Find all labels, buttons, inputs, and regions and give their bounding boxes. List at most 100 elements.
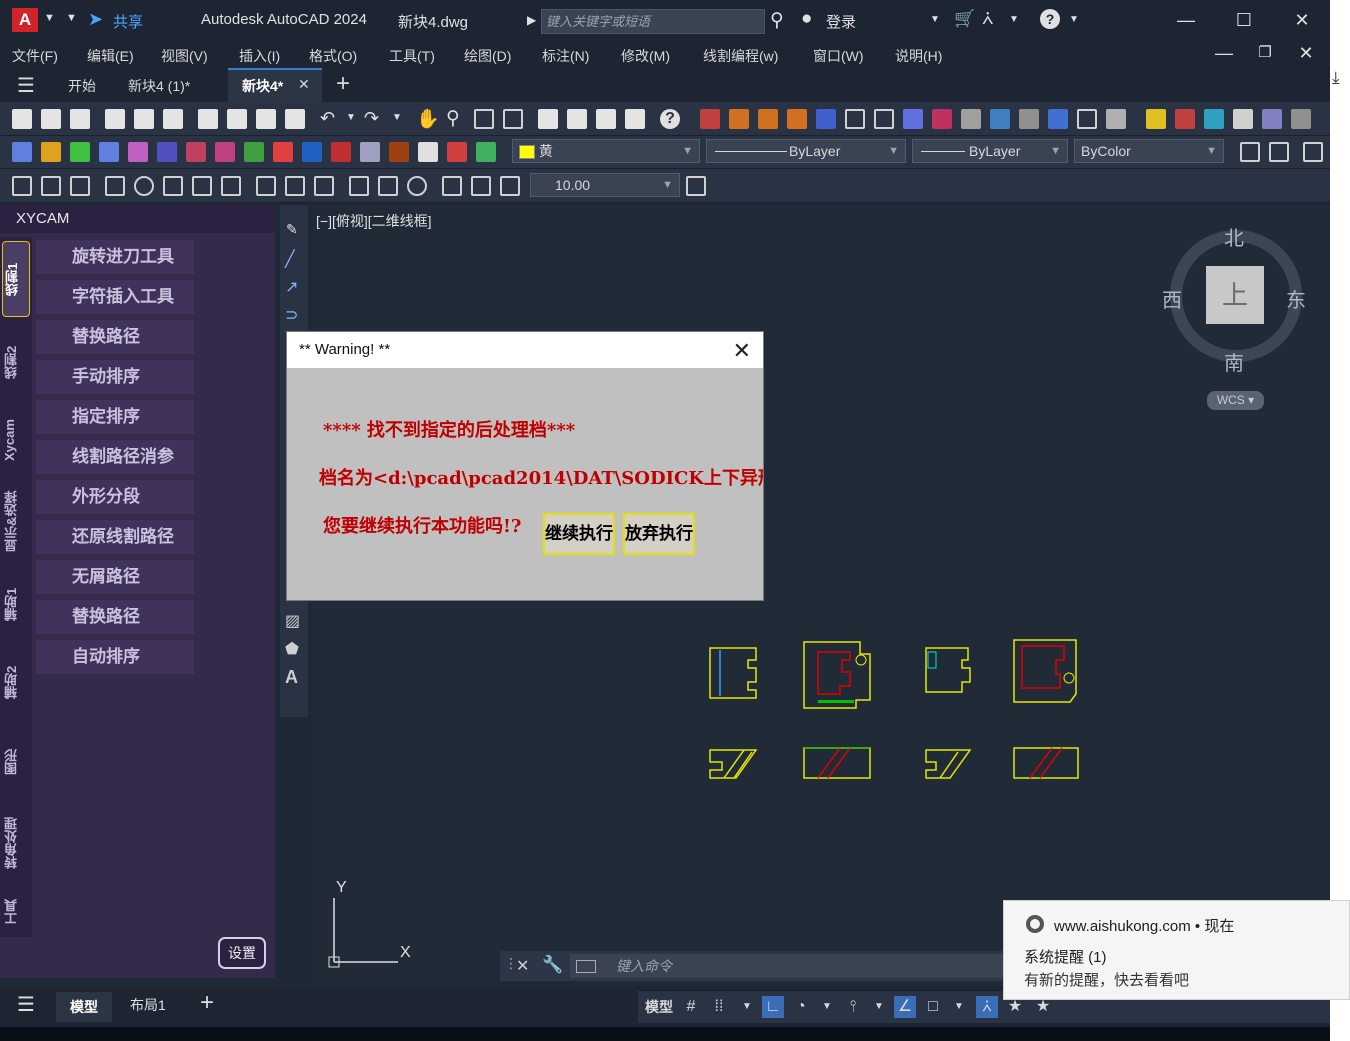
grid-icon[interactable]: # <box>680 996 702 1018</box>
view-controls-label[interactable]: [−][俯视][二维线框] <box>316 211 432 231</box>
cam-tool-7-icon[interactable] <box>874 109 894 129</box>
radius-dim-icon[interactable] <box>105 176 125 196</box>
cut-icon[interactable] <box>198 109 218 129</box>
close-cmdline-icon[interactable]: ✕ <box>516 956 529 976</box>
btn-char-insert[interactable]: 字符插入工具 <box>36 280 194 314</box>
baseline-dim-icon[interactable] <box>285 176 305 196</box>
btn-restore-path[interactable]: 还原线割路径 <box>36 520 194 554</box>
inspect-icon[interactable] <box>407 176 427 196</box>
print-preview-icon[interactable] <box>134 109 154 129</box>
btn-manual-sort[interactable]: 手动排序 <box>36 360 194 394</box>
polar-caret-icon[interactable]: ▼ <box>816 996 838 1018</box>
properties-icon[interactable] <box>538 109 558 129</box>
app-menu-caret-icon[interactable]: ▼ <box>44 12 55 24</box>
ordinate-dim-icon[interactable] <box>70 176 90 196</box>
minimize-button[interactable]: — <box>1175 9 1197 31</box>
vtab-corner[interactable]: 转角处理 <box>2 803 30 883</box>
btn-rotate-lead-in[interactable]: 旋转进刀工具 <box>36 240 194 274</box>
ortho-icon[interactable]: ∟ <box>762 996 784 1018</box>
menu-help[interactable]: 说明(H) <box>895 46 942 66</box>
angular-dim-icon[interactable] <box>163 176 183 196</box>
cam-tool-h-icon[interactable] <box>215 142 235 162</box>
aligned-dim-icon[interactable] <box>41 176 61 196</box>
help-icon[interactable]: ? <box>1040 9 1060 29</box>
tab-drawing-2[interactable]: 新块4* <box>242 76 283 96</box>
match-properties-icon[interactable] <box>285 109 305 129</box>
menu-file[interactable]: 文件(F) <box>12 46 58 66</box>
polyline-icon[interactable]: ⊃ <box>285 305 298 325</box>
cam-tool-10-icon[interactable] <box>961 109 981 129</box>
doc-restore-button[interactable]: ❐ <box>1254 42 1276 64</box>
annotation-icon[interactable]: ⩑ <box>976 996 998 1018</box>
cam-tool-e-icon[interactable] <box>128 142 148 162</box>
download-icon[interactable]: ⤓ <box>1332 68 1340 88</box>
menu-view[interactable]: 视图(V) <box>161 46 208 66</box>
expand-arrow-icon[interactable]: ▶ <box>527 13 536 27</box>
vtab-wire-2[interactable]: 线割2 <box>2 327 30 397</box>
btn-contour-segment[interactable]: 外形分段 <box>36 480 194 514</box>
btn-cut-path-clear[interactable]: 线割路径消参 <box>36 440 194 474</box>
cart-icon[interactable]: 🛒 <box>954 9 975 29</box>
menu-tools[interactable]: 工具(T) <box>389 46 435 66</box>
center-mark-icon[interactable] <box>378 176 398 196</box>
cam-tool-1-icon[interactable] <box>700 109 720 129</box>
pan-icon[interactable]: ✋ <box>416 107 440 131</box>
a360-caret-icon[interactable]: ▼ <box>1009 14 1019 25</box>
autocad-logo-icon[interactable]: A <box>12 8 38 32</box>
customize-wrench-icon[interactable]: 🔧 <box>542 955 563 975</box>
dim-text-edit-icon[interactable] <box>471 176 491 196</box>
isodraft-icon[interactable]: ⫯ <box>842 996 864 1018</box>
cam-tool-o-icon[interactable] <box>447 142 467 162</box>
menu-window[interactable]: 窗口(W) <box>813 46 864 66</box>
linetype-dropdown[interactable]: ByLayer ▼ <box>706 139 906 163</box>
tab-close-icon[interactable]: ✕ <box>298 76 310 93</box>
jogged-dim-icon[interactable] <box>221 176 241 196</box>
close-button[interactable]: ✕ <box>1291 9 1313 31</box>
dialog-close-icon[interactable]: ✕ <box>733 338 751 364</box>
quick-dim-icon[interactable] <box>256 176 276 196</box>
tool-palettes-icon[interactable] <box>596 109 616 129</box>
zoom-window-icon[interactable] <box>474 109 494 129</box>
object-track-icon[interactable]: ∠ <box>894 996 916 1018</box>
cam-tool-14-icon[interactable] <box>1077 109 1097 129</box>
command-input[interactable]: 键入命令 <box>570 954 1005 978</box>
vtab-tools[interactable]: 工具 <box>2 889 30 935</box>
tab-model[interactable]: 模型 <box>56 992 112 1022</box>
cam-tool-20-icon[interactable] <box>1262 109 1282 129</box>
cam-tool-a-icon[interactable] <box>12 142 32 162</box>
undo-icon[interactable]: ↶ <box>320 108 335 129</box>
help-toolbar-icon[interactable]: ? <box>660 109 680 129</box>
open-file-icon[interactable] <box>41 109 61 129</box>
cam-tool-4-icon[interactable] <box>787 109 807 129</box>
cam-tool-i-icon[interactable] <box>244 142 264 162</box>
design-center-icon[interactable] <box>567 109 587 129</box>
tab-drawing-1[interactable]: 新块4 (1)* <box>128 76 190 96</box>
doc-close-button[interactable]: ✕ <box>1295 42 1317 64</box>
btn-replace-path-2[interactable]: 替换路径 <box>36 600 194 634</box>
redo-caret-icon[interactable]: ▼ <box>392 112 402 123</box>
quick-access-caret-icon[interactable]: ▼ <box>66 12 77 24</box>
print-icon[interactable] <box>105 109 125 129</box>
cam-tool-5-icon[interactable] <box>816 109 836 129</box>
cam-tool-n-icon[interactable] <box>418 142 438 162</box>
cam-tool-15-icon[interactable] <box>1106 109 1126 129</box>
osnap-icon[interactable]: □ <box>922 996 944 1018</box>
btn-chipless-path[interactable]: 无屑路径 <box>36 560 194 594</box>
autodesk-a360-icon[interactable]: ⩑ <box>982 8 994 30</box>
login-caret-icon[interactable]: ▼ <box>930 14 940 25</box>
cam-tool-g-icon[interactable] <box>186 142 206 162</box>
tab-start[interactable]: 开始 <box>68 76 96 96</box>
text-icon[interactable]: A <box>285 667 298 688</box>
cam-tool-p-icon[interactable] <box>476 142 496 162</box>
model-space-toggle[interactable]: 模型 <box>642 996 676 1018</box>
cam-tool-11-icon[interactable] <box>990 109 1010 129</box>
vtab-aux-1[interactable]: 辅助1 <box>2 569 30 639</box>
share-label[interactable]: 共享 <box>113 11 143 32</box>
publish-icon[interactable] <box>163 109 183 129</box>
compass-west[interactable]: 西 <box>1162 284 1182 313</box>
continue-dim-icon[interactable] <box>314 176 334 196</box>
cam-tool-m-icon[interactable] <box>389 142 409 162</box>
cam-tool-j-icon[interactable] <box>302 142 322 162</box>
btn-auto-sort[interactable]: 自动排序 <box>36 640 194 674</box>
color-grid-icon[interactable] <box>273 142 293 162</box>
